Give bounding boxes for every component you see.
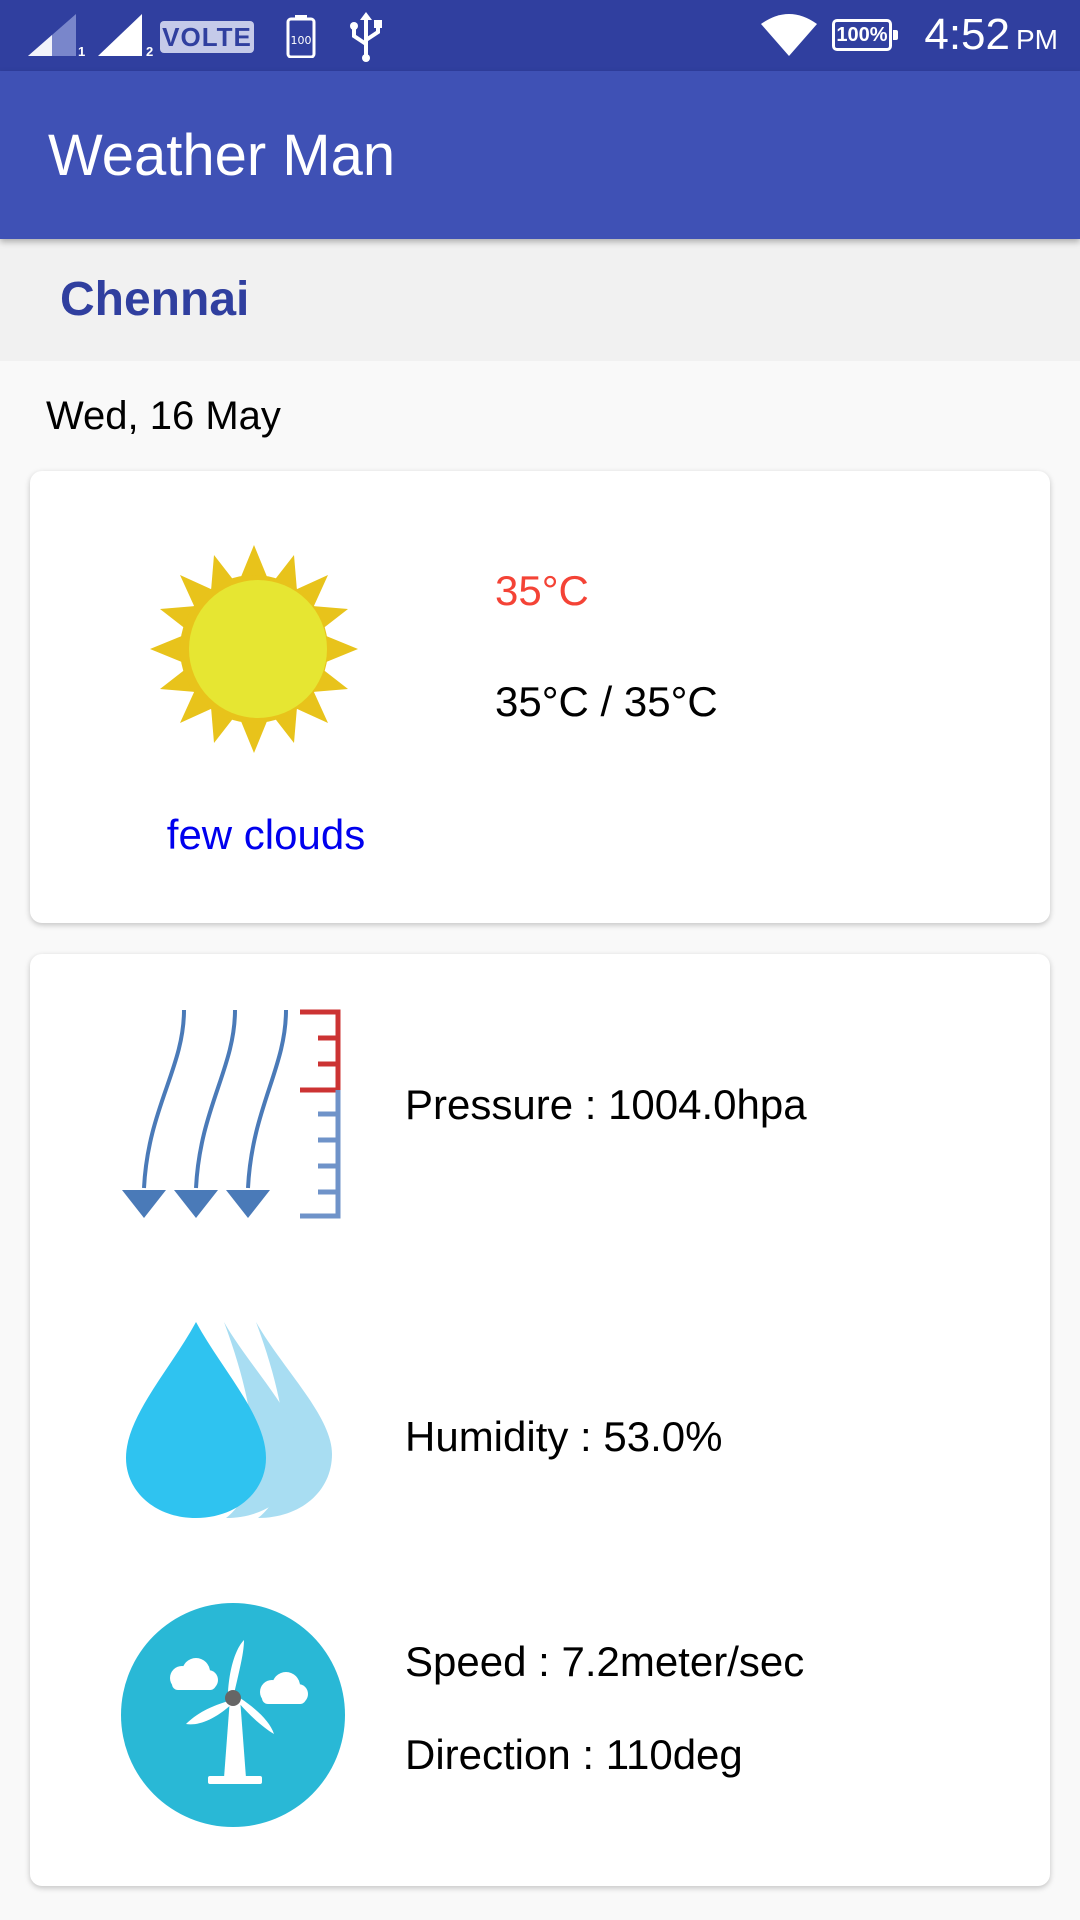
battery-small-text: 100	[291, 34, 312, 47]
humidity-value: Humidity : 53.0%	[405, 1413, 723, 1460]
wind-turbine-icon	[120, 1602, 346, 1833]
city-name: Chennai	[60, 273, 250, 326]
usb-icon	[348, 12, 384, 67]
app-title: Weather Man	[48, 123, 396, 188]
current-temperature: 35°C	[495, 567, 589, 614]
signal-icon	[26, 12, 78, 58]
volte-badge: VOLTE	[160, 21, 254, 53]
clock-ampm: PM	[1016, 24, 1058, 55]
wind-speed-value: Speed : 7.2meter/sec	[405, 1638, 805, 1685]
app-bar: Weather Man	[0, 71, 1080, 239]
forecast-date: Wed, 16 May	[46, 394, 281, 438]
weather-description: few clouds	[166, 811, 366, 858]
sim1-label: 1	[78, 44, 86, 59]
sun-icon	[148, 543, 360, 760]
battery-percent: 100%	[832, 19, 898, 51]
wind-direction-value: Direction : 110deg	[405, 1731, 743, 1778]
signal-icon	[96, 12, 146, 58]
battery-icon: 100	[286, 14, 316, 63]
status-bar: 1 2 VOLTE 100 100% 4:52 PM	[0, 0, 1080, 71]
sim2-label: 2	[146, 44, 154, 59]
pressure-value: Pressure : 1004.0hpa	[405, 1081, 807, 1128]
humidity-icon	[124, 1320, 334, 1525]
wifi-icon	[760, 14, 818, 63]
temperature-range: 35°C / 35°C	[495, 678, 718, 725]
city-header[interactable]: Chennai	[0, 239, 1080, 361]
pressure-icon	[120, 1008, 350, 1227]
clock-time: 4:52	[924, 10, 1010, 59]
clock: 4:52 PM	[924, 10, 1058, 65]
